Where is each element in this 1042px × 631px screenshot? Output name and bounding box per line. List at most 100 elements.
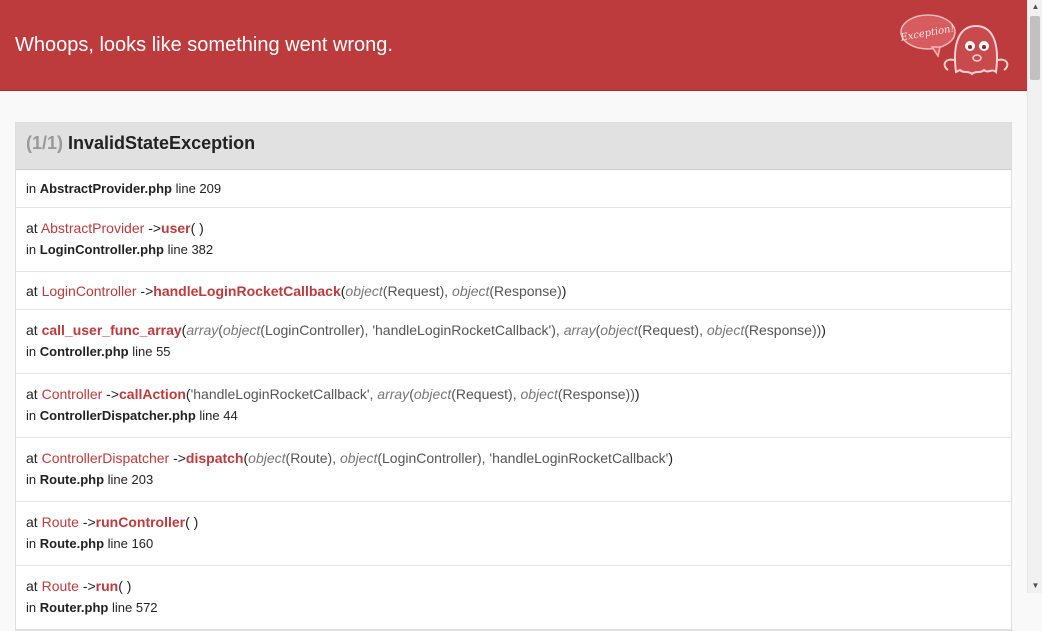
trace-class: Controller — [41, 386, 103, 402]
trace-location: in Router.php line 572 — [26, 597, 1001, 619]
trace-arrow: -> — [140, 283, 154, 299]
trace-call: at Route ->runController( ) — [26, 511, 1001, 533]
trace-line: line 44 — [199, 408, 238, 423]
trace-file: Controller.php — [39, 344, 129, 359]
at-label: at — [26, 220, 38, 236]
trace-location: in ControllerDispatcher.php line 44 — [26, 405, 1001, 427]
trace-method: runController — [95, 514, 186, 530]
trace-arg: array — [377, 386, 410, 402]
trace-call: at AbstractProvider ->user( ) — [26, 217, 1001, 239]
trace-args: ( ) — [190, 220, 204, 236]
trace-arg: (Route), — [285, 450, 340, 466]
in-label: in — [26, 181, 37, 196]
trace-item: at AbstractProvider ->user( ) in LoginCon… — [16, 208, 1011, 272]
at-label: at — [26, 322, 38, 338]
scroll-up-arrow-icon[interactable]: ▲ — [1028, 0, 1042, 14]
trace-file: Router.php — [39, 600, 109, 615]
in-label: in — [26, 472, 37, 487]
trace-method: run — [95, 578, 119, 594]
trace-call: at ControllerDispatcher ->dispatch(objec… — [26, 447, 1001, 469]
scroll-down-arrow-icon[interactable]: ▼ — [1028, 579, 1042, 593]
stack-trace: in AbstractProvider.php line 209 at Abstr… — [16, 170, 1011, 630]
trace-class: LoginController — [41, 283, 137, 299]
trace-arg: ) — [561, 283, 567, 299]
in-label: in — [26, 344, 37, 359]
trace-class: Route — [41, 514, 79, 530]
trace-arrow: -> — [82, 578, 96, 594]
trace-file: ControllerDispatcher.php — [39, 408, 196, 423]
exception-name: InvalidStateException — [68, 133, 256, 153]
trace-arg: 'handleLoginRocketCallback', — [190, 386, 378, 402]
trace-args: ( ) — [118, 578, 132, 594]
trace-args: ( ) — [185, 514, 199, 530]
at-label: at — [26, 283, 38, 299]
trace-arg: (LoginController), 'handleLoginRocketCal… — [377, 450, 669, 466]
trace-item: at LoginController ->handleLoginRocketCa… — [16, 272, 1011, 310]
trace-arg: (Response)) — [744, 322, 822, 338]
trace-item: at Controller ->callAction('handleLoginR… — [16, 374, 1011, 438]
trace-line: line 203 — [107, 472, 154, 487]
in-label: in — [26, 408, 37, 423]
ghost-exception-icon: Exception! — [898, 12, 1016, 82]
trace-arrow: -> — [82, 514, 96, 530]
trace-item: at call_user_func_array(array(object(Log… — [16, 310, 1011, 374]
trace-arrow: -> — [106, 386, 120, 402]
trace-line: line 572 — [111, 600, 158, 615]
trace-item: at Route ->run( ) in Router.php line 572 — [16, 566, 1011, 630]
trace-arrow: -> — [148, 220, 162, 236]
at-label: at — [26, 450, 38, 466]
trace-line: line 55 — [132, 344, 171, 359]
trace-arg: object — [222, 322, 261, 338]
trace-line: line 160 — [107, 536, 154, 551]
at-label: at — [26, 386, 38, 402]
trace-file: LoginController.php — [39, 242, 164, 257]
exception-count: (1/1) — [26, 133, 64, 153]
trace-arrow: -> — [173, 450, 186, 466]
trace-arg: (Response)) — [557, 386, 635, 402]
trace-arg: (LoginController), 'handleLoginRocketCal… — [260, 322, 564, 338]
trace-class: AbstractProvider — [40, 220, 145, 236]
trace-method: dispatch — [185, 450, 244, 466]
trace-call: at Route ->run( ) — [26, 575, 1001, 597]
exception-panel: (1/1) InvalidStateException in AbstractP… — [15, 122, 1012, 631]
trace-arg: object — [345, 283, 383, 299]
trace-arg: object — [340, 450, 378, 466]
exception-title: (1/1) InvalidStateException — [16, 123, 1011, 170]
in-label: in — [26, 536, 37, 551]
trace-arg: array — [563, 322, 596, 338]
trace-arg: object — [600, 322, 638, 338]
trace-arg: (Request), — [451, 386, 521, 402]
vertical-scrollbar[interactable]: ▲ ▼ — [1027, 0, 1042, 593]
trace-arg: ) — [634, 386, 640, 402]
trace-arg: object — [248, 450, 286, 466]
trace-method: call_user_func_array — [41, 322, 182, 338]
trace-location: in AbstractProvider.php line 209 — [26, 178, 1001, 200]
trace-location: in Route.php line 203 — [26, 469, 1001, 491]
trace-file: Route.php — [39, 536, 105, 551]
trace-arg: ) — [668, 450, 673, 466]
trace-class: Route — [41, 578, 79, 594]
trace-call: at call_user_func_array(array(object(Log… — [26, 319, 1001, 341]
trace-arg: (Request), — [382, 283, 453, 299]
trace-method: handleLoginRocketCallback — [153, 283, 341, 299]
error-header: Whoops, looks like something went wrong.… — [0, 0, 1027, 91]
scroll-thumb[interactable] — [1030, 16, 1040, 80]
trace-arg: object — [706, 322, 745, 338]
trace-line: line 382 — [167, 242, 214, 257]
trace-item: at ControllerDispatcher ->dispatch(objec… — [16, 438, 1011, 502]
trace-method: user — [161, 220, 191, 236]
trace-line: line 209 — [175, 181, 222, 196]
trace-file: Route.php — [39, 472, 105, 487]
trace-arg: object — [413, 386, 452, 402]
trace-file: AbstractProvider.php — [39, 181, 172, 196]
at-label: at — [26, 578, 38, 594]
trace-arg: (Request), — [637, 322, 707, 338]
trace-arg: object — [452, 283, 490, 299]
in-label: in — [26, 600, 37, 615]
trace-call: at Controller ->callAction('handleLoginR… — [26, 383, 1001, 405]
trace-arg: (Response) — [489, 283, 562, 299]
trace-class: ControllerDispatcher — [41, 450, 170, 466]
trace-location: in Controller.php line 55 — [26, 341, 1001, 363]
trace-item: in AbstractProvider.php line 209 — [16, 170, 1011, 208]
trace-location: in LoginController.php line 382 — [26, 239, 1001, 261]
